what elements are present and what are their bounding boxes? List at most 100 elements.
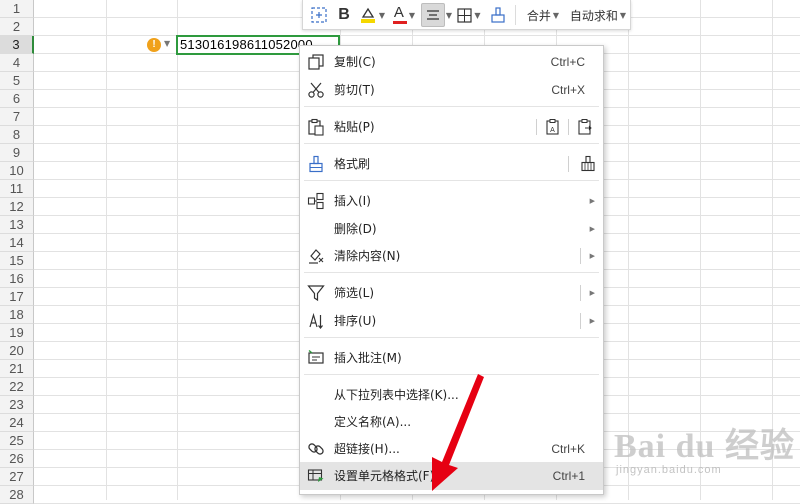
menu-item-7[interactable]: 清除内容(N) ▶ <box>300 242 603 270</box>
menu-item-label: 清除内容(N) <box>334 249 401 263</box>
menu-item-shortcut: Ctrl+K <box>551 442 585 456</box>
align-center-icon <box>427 10 439 20</box>
warning-dropdown-icon[interactable]: ▼ <box>164 39 170 48</box>
merge-label: 合并 <box>526 8 551 23</box>
merge-button[interactable]: 合并 ▼ <box>521 3 565 27</box>
row-header-18[interactable]: 18 <box>0 306 34 324</box>
row-header-16[interactable]: 16 <box>0 270 34 288</box>
format-painter-multi-icon[interactable] <box>580 155 598 173</box>
menu-item-shortcut: Ctrl+C <box>550 55 585 69</box>
row-header-10[interactable]: 10 <box>0 162 34 180</box>
clear-icon <box>307 247 325 265</box>
row-header-24[interactable]: 24 <box>0 414 34 432</box>
watermark: Bai du 经验 jingyan.baidu.com <box>600 418 800 500</box>
row-header-25[interactable]: 25 <box>0 432 34 450</box>
menu-item-2[interactable]: 剪切(T) Ctrl+X <box>300 76 603 104</box>
menu-item-3[interactable]: 粘贴(P) A <box>300 113 603 141</box>
menu-item-8[interactable]: 筛选(L) ▶ <box>300 279 603 307</box>
bold-button[interactable]: B <box>333 3 355 27</box>
menu-item-label: 复制(C) <box>334 55 376 69</box>
filter-icon <box>307 284 325 302</box>
menu-item-label: 格式刷 <box>334 157 371 171</box>
insert-icon <box>307 192 325 210</box>
menu-divider <box>304 272 599 273</box>
row-header-15[interactable]: 15 <box>0 252 34 270</box>
select-icon[interactable] <box>307 3 331 27</box>
menu-divider <box>304 143 599 144</box>
watermark-url: jingyan.baidu.com <box>616 464 722 476</box>
link-icon <box>307 440 325 458</box>
paste-icon <box>307 118 325 136</box>
menu-item-label: 插入批注(M) <box>334 351 402 365</box>
row-header-3[interactable]: 3 <box>0 36 34 54</box>
row-header-13[interactable]: 13 <box>0 216 34 234</box>
menu-item-9[interactable]: 排序(U) ▶ <box>300 307 603 335</box>
menu-divider <box>304 180 599 181</box>
row-header-21[interactable]: 21 <box>0 360 34 378</box>
row-header-26[interactable]: 26 <box>0 450 34 468</box>
highlight-icon <box>360 7 375 23</box>
comment-icon <box>307 349 325 367</box>
active-cell-value: 513016198611052000 <box>180 37 313 52</box>
menu-item-label: 筛选(L) <box>334 286 375 300</box>
menu-item-label: 排序(U) <box>334 314 377 328</box>
split-separator <box>568 119 569 135</box>
split-separator <box>580 285 581 301</box>
row-header-23[interactable]: 23 <box>0 396 34 414</box>
menu-item-shortcut: Ctrl+X <box>551 83 585 97</box>
align-dropdown[interactable]: ▼ <box>445 3 453 27</box>
font-color-button[interactable]: A ▼ <box>389 3 419 27</box>
toolbar-separator <box>515 5 516 25</box>
font-color-label: A <box>393 4 404 21</box>
submenu-arrow-icon: ▶ <box>589 317 595 325</box>
split-separator <box>568 156 569 172</box>
warning-icon[interactable]: ! <box>147 38 161 52</box>
row-header-27[interactable]: 27 <box>0 468 34 486</box>
highlight-button[interactable]: ▼ <box>357 3 387 27</box>
row-header-9[interactable]: 9 <box>0 144 34 162</box>
border-icon <box>457 7 473 23</box>
copy-icon <box>307 53 325 71</box>
row-header-2[interactable]: 2 <box>0 18 34 36</box>
annotation-arrow <box>432 374 484 491</box>
row-header-5[interactable]: 5 <box>0 72 34 90</box>
svg-text:A: A <box>550 127 555 134</box>
format-cells-icon <box>307 467 325 485</box>
menu-item-label: 粘贴(P) <box>334 120 375 134</box>
row-header-19[interactable]: 19 <box>0 324 34 342</box>
row-header-4[interactable]: 4 <box>0 54 34 72</box>
align-button[interactable] <box>421 3 445 27</box>
grid-column-line <box>177 0 178 500</box>
row-header-17[interactable]: 17 <box>0 288 34 306</box>
row-header-1[interactable]: 1 <box>0 0 34 18</box>
row-header-7[interactable]: 7 <box>0 108 34 126</box>
submenu-arrow-icon: ▶ <box>589 225 595 233</box>
row-header-20[interactable]: 20 <box>0 342 34 360</box>
split-separator <box>536 119 537 135</box>
format-painter-button[interactable] <box>487 3 509 27</box>
grid-row-line <box>34 35 800 36</box>
menu-item-4[interactable]: 格式刷 <box>300 150 603 178</box>
row-header-11[interactable]: 11 <box>0 180 34 198</box>
row-header-8[interactable]: 8 <box>0 126 34 144</box>
row-header-12[interactable]: 12 <box>0 198 34 216</box>
border-button[interactable]: ▼ <box>454 3 484 27</box>
submenu-arrow-icon: ▶ <box>589 197 595 205</box>
menu-item-shortcut: Ctrl+1 <box>552 469 585 483</box>
row-header-14[interactable]: 14 <box>0 234 34 252</box>
autosum-button[interactable]: 自动求和 ▼ <box>567 3 629 27</box>
autosum-label: 自动求和 <box>569 8 618 23</box>
menu-item-10[interactable]: 插入批注(M) <box>300 344 603 372</box>
paste-values-icon[interactable] <box>576 118 594 136</box>
submenu-arrow-icon: ▶ <box>589 252 595 260</box>
grid-column-line <box>106 0 107 500</box>
menu-item-5[interactable]: 插入(I) ▶ <box>300 187 603 215</box>
sort-icon <box>307 312 325 330</box>
menu-item-6[interactable]: 删除(D) ▶ <box>300 215 603 243</box>
menu-item-1[interactable]: 复制(C) Ctrl+C <box>300 48 603 76</box>
paste-text-icon[interactable]: A <box>544 118 562 136</box>
row-header-6[interactable]: 6 <box>0 90 34 108</box>
row-header-22[interactable]: 22 <box>0 378 34 396</box>
submenu-arrow-icon: ▶ <box>589 289 595 297</box>
row-header-28[interactable]: 28 <box>0 486 34 504</box>
